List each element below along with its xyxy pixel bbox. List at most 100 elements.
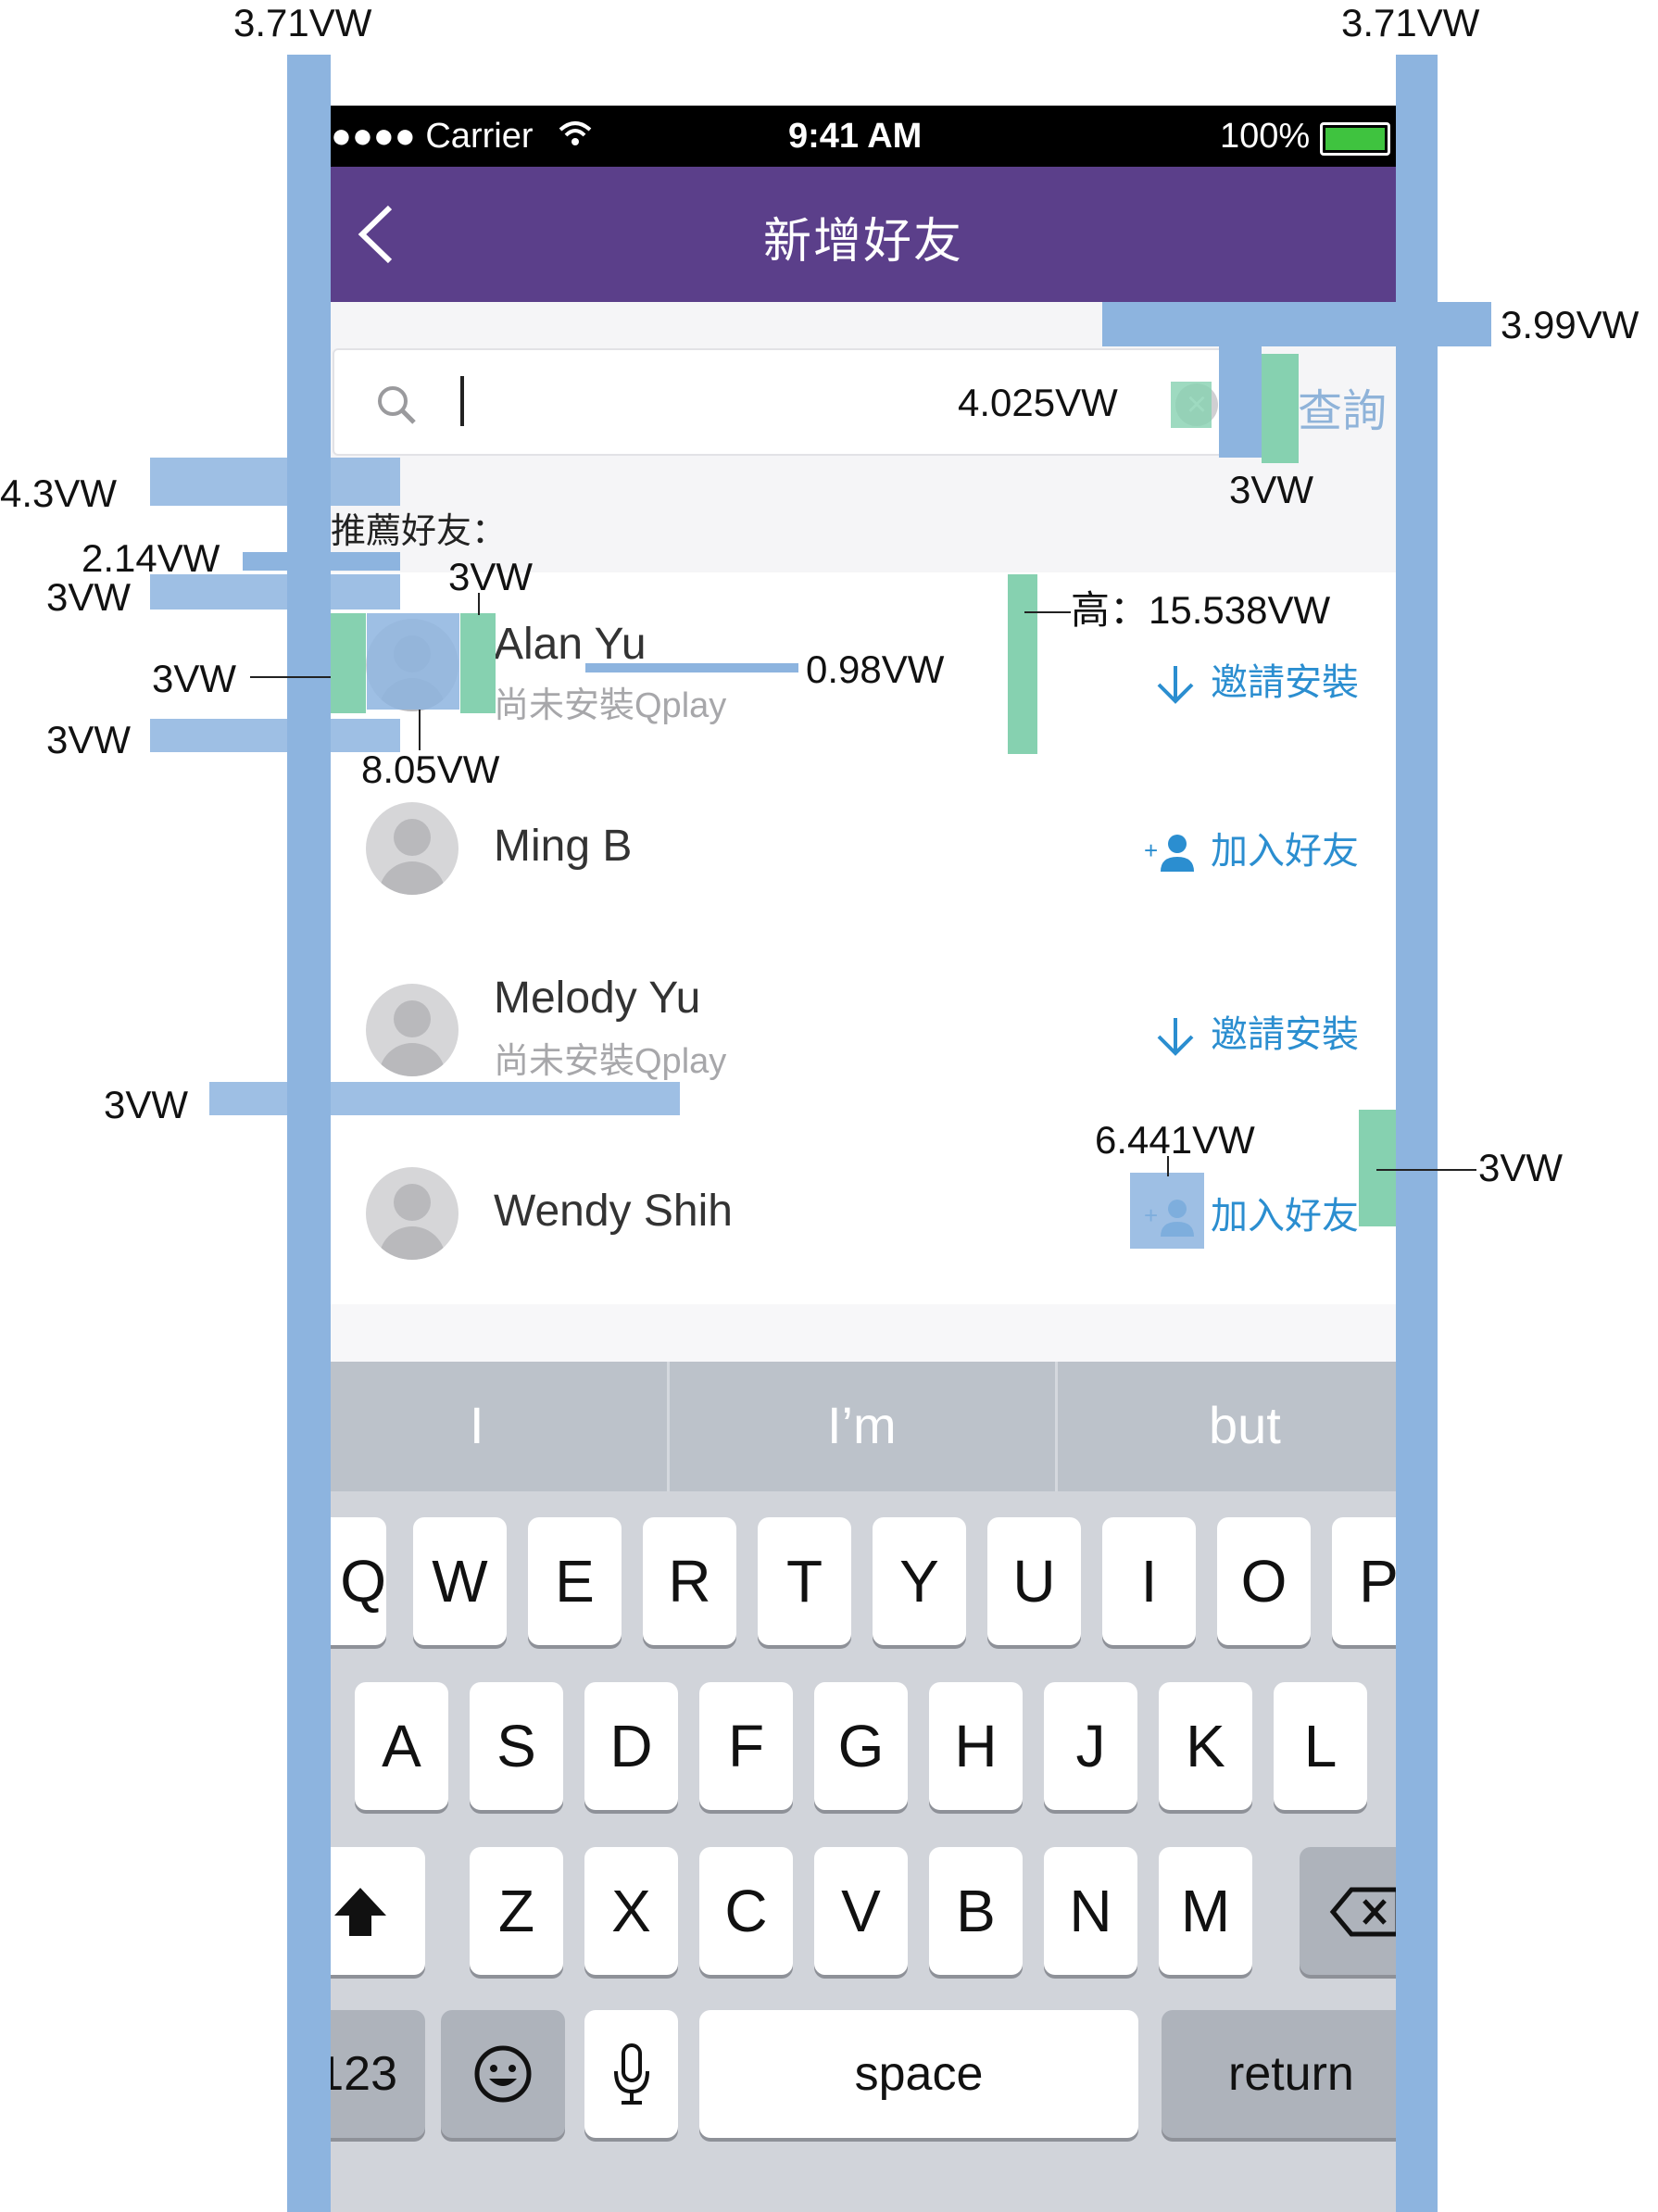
annotation-right-search: 3.99VW [1501, 303, 1639, 346]
contact-name: Alan Yu [494, 620, 647, 669]
row-top-guide [150, 574, 400, 610]
key-n[interactable]: N [1044, 1847, 1137, 1975]
section-top-guide [150, 458, 400, 506]
carrier-label: ●●●● Carrier [331, 117, 534, 156]
emoji-key[interactable] [441, 2010, 565, 2138]
key-q[interactable]: Q [331, 1517, 386, 1645]
key-t[interactable]: T [758, 1517, 851, 1645]
avatar-left-guide [331, 613, 366, 713]
annotation-search-gap: 4.025VW [958, 381, 1118, 424]
action-label: 加入好友 [1211, 1196, 1359, 1237]
key-f[interactable]: F [699, 1682, 793, 1810]
key-g[interactable]: G [814, 1682, 908, 1810]
section-label: 推薦好友： [331, 512, 508, 551]
clock: 9:41 AM [788, 117, 923, 156]
contact-name: Ming B [494, 822, 633, 871]
prediction-2[interactable]: I’m [827, 1395, 897, 1455]
contact-status: 尚未安裝Qplay [494, 686, 727, 725]
action-label: 加入好友 [1211, 831, 1359, 872]
avatar [366, 1167, 458, 1260]
right-padding-guide [1359, 1110, 1396, 1226]
key-c[interactable]: C [699, 1847, 793, 1975]
svg-text:+: + [1144, 836, 1158, 864]
leader-line [1376, 1169, 1476, 1171]
avatar [366, 984, 458, 1076]
add-friend-button[interactable]: + 加入好友 [1144, 821, 1359, 875]
shift-icon [334, 1888, 386, 1936]
icon-size-guide [1130, 1173, 1204, 1249]
avatar [366, 802, 458, 895]
annotation-section-top: 4.3VW [0, 471, 118, 515]
key-l[interactable]: L [1274, 1682, 1367, 1810]
leader-line [1024, 611, 1071, 613]
return-key[interactable]: return [1162, 2010, 1396, 2138]
annotation-name-gap: 0.98VW [806, 647, 945, 691]
list-footer [331, 1304, 1396, 1362]
text-cursor [460, 376, 464, 426]
row-bottom-guide [150, 719, 400, 752]
button-pad-guide [1262, 354, 1299, 463]
key-r[interactable]: R [643, 1517, 736, 1645]
key-s[interactable]: S [470, 1682, 563, 1810]
nav-header: 新增好友 [331, 167, 1396, 302]
invite-install-button[interactable]: 邀請安裝 [1153, 1004, 1359, 1059]
annotation-left-top: 3.71VW [233, 1, 372, 44]
annotation-avatar-left: 3VW [152, 657, 237, 700]
key-k[interactable]: K [1159, 1682, 1252, 1810]
invite-install-button[interactable]: 邀請安裝 [1153, 652, 1359, 707]
key-i[interactable]: I [1102, 1517, 1196, 1645]
key-j[interactable]: J [1044, 1682, 1137, 1810]
battery-icon [1320, 122, 1390, 156]
key-b[interactable]: B [929, 1847, 1023, 1975]
clear-gap-guide [1171, 382, 1212, 428]
prediction-1[interactable]: I [470, 1395, 484, 1455]
avatar-name-guide [460, 613, 496, 713]
annotation-avatar-name: 3VW [448, 555, 534, 598]
numbers-key[interactable]: 123 [331, 2010, 425, 2138]
battery-percent: 100% [1220, 117, 1311, 156]
backspace-icon [1329, 1887, 1396, 1937]
key-v[interactable]: V [814, 1847, 908, 1975]
row-divider-guide [209, 1082, 680, 1115]
left-margin-guide [287, 55, 331, 2212]
annotation-row-divider: 3VW [104, 1083, 189, 1126]
key-a[interactable]: A [355, 1682, 448, 1810]
delete-key[interactable] [1300, 1847, 1396, 1975]
key-d[interactable]: D [584, 1682, 678, 1810]
search-button[interactable]: 查詢 [1298, 374, 1387, 439]
search-gap-guide [1102, 302, 1491, 346]
return-label: return [1228, 2047, 1354, 2101]
wifi-icon [559, 121, 592, 145]
space-key[interactable]: space [699, 2010, 1138, 2138]
name-gap-guide [585, 663, 798, 672]
key-p[interactable]: P [1332, 1517, 1396, 1645]
key-u[interactable]: U [987, 1517, 1081, 1645]
key-z[interactable]: Z [470, 1847, 563, 1975]
annotation-section-bottom: 2.14VW [82, 536, 220, 580]
prediction-3[interactable]: but [1209, 1395, 1281, 1455]
status-bar: ●●●● Carrier 9:41 AM 100% [331, 106, 1396, 167]
key-e[interactable]: E [528, 1517, 622, 1645]
annotation-row-bottom: 3VW [46, 718, 132, 761]
annotation-icon-size: 6.441VW [1095, 1118, 1255, 1162]
add-user-icon: + [1144, 835, 1194, 873]
right-margin-guide [1396, 55, 1438, 2212]
leader-line [419, 710, 421, 750]
key-m[interactable]: M [1159, 1847, 1252, 1975]
annotation-right-top: 3.71VW [1341, 1, 1480, 44]
dictation-key[interactable] [584, 2010, 678, 2138]
leader-line [250, 676, 331, 678]
emoji-icon [474, 2045, 532, 2103]
key-o[interactable]: O [1217, 1517, 1311, 1645]
key-y[interactable]: Y [873, 1517, 966, 1645]
key-h[interactable]: H [929, 1682, 1023, 1810]
contact-name: Melody Yu [494, 974, 701, 1023]
key-w[interactable]: W [413, 1517, 507, 1645]
search-icon [378, 386, 416, 424]
search-gap-guide-v [1219, 346, 1262, 458]
key-x[interactable]: X [584, 1847, 678, 1975]
avatar-size-guide [367, 613, 459, 710]
shift-key[interactable] [331, 1847, 425, 1975]
contact-status: 尚未安裝Qplay [494, 1042, 727, 1081]
numbers-label: 123 [331, 2047, 397, 2101]
